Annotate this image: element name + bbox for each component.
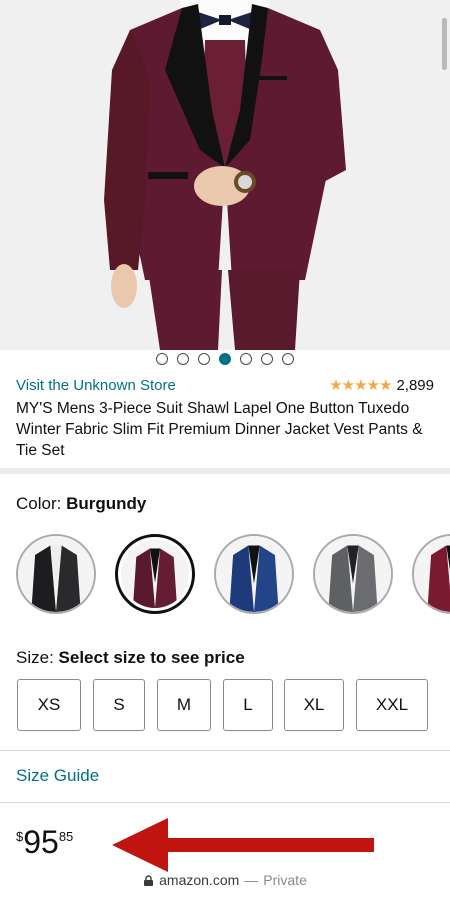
price-whole: 95 (23, 824, 59, 860)
color-swatch-burgundy[interactable] (115, 534, 195, 614)
color-swatch-gray[interactable] (313, 534, 393, 614)
store-link[interactable]: Visit the Unknown Store (16, 377, 176, 394)
section-divider (0, 468, 450, 474)
size-prompt: Select size to see price (58, 648, 245, 667)
size-button-xxl[interactable]: XXL (356, 679, 428, 731)
carousel-dot[interactable] (156, 353, 168, 365)
size-guide-link[interactable]: Size Guide (16, 766, 99, 786)
color-swatch-black[interactable] (16, 534, 96, 614)
divider (0, 750, 450, 751)
price: $ 95 85 (16, 826, 73, 858)
browser-mode: Private (263, 872, 307, 888)
review-count[interactable]: 2,899 (396, 377, 434, 394)
browser-separator: — (244, 872, 259, 888)
color-heading: Color: Burgundy (16, 494, 146, 514)
size-button-xs[interactable]: XS (17, 679, 81, 731)
annotation-arrow-icon (112, 818, 374, 872)
browser-address-bar[interactable]: amazon.com — Private (0, 872, 450, 888)
carousel-indicator[interactable] (0, 353, 450, 365)
browser-domain: amazon.com (159, 872, 240, 888)
carousel-dot[interactable] (177, 353, 189, 365)
carousel-dot[interactable] (198, 353, 210, 365)
size-button-l[interactable]: L (223, 679, 273, 731)
size-label: Size: (16, 648, 54, 667)
lock-icon (144, 874, 154, 886)
carousel-dot[interactable] (261, 353, 273, 365)
product-title: MY'S Mens 3-Piece Suit Shawl Lapel One B… (16, 400, 423, 459)
size-button-s[interactable]: S (93, 679, 145, 731)
carousel-dot-active[interactable] (219, 353, 231, 365)
store-rating-row: Visit the Unknown Store ★★★★★ 2,899 (16, 376, 434, 395)
price-fraction: 85 (58, 829, 74, 844)
carousel-dot[interactable] (282, 353, 294, 365)
carousel-dot[interactable] (240, 353, 252, 365)
rating[interactable]: ★★★★★ 2,899 (329, 376, 434, 395)
color-swatch-wine[interactable] (412, 534, 450, 614)
price-currency: $ (16, 829, 24, 844)
color-swatch-navy[interactable] (214, 534, 294, 614)
star-rating-icon: ★★★★★ (329, 377, 392, 394)
suit-photo (0, 0, 450, 350)
product-image[interactable] (0, 0, 450, 350)
size-heading: Size: Select size to see price (16, 648, 245, 668)
size-button-xl[interactable]: XL (284, 679, 344, 731)
size-button-m[interactable]: M (157, 679, 211, 731)
page-scrollbar[interactable] (442, 18, 447, 70)
color-swatches (16, 534, 450, 616)
color-label: Color: (16, 494, 62, 513)
selected-color: Burgundy (66, 494, 147, 513)
divider (0, 802, 450, 803)
